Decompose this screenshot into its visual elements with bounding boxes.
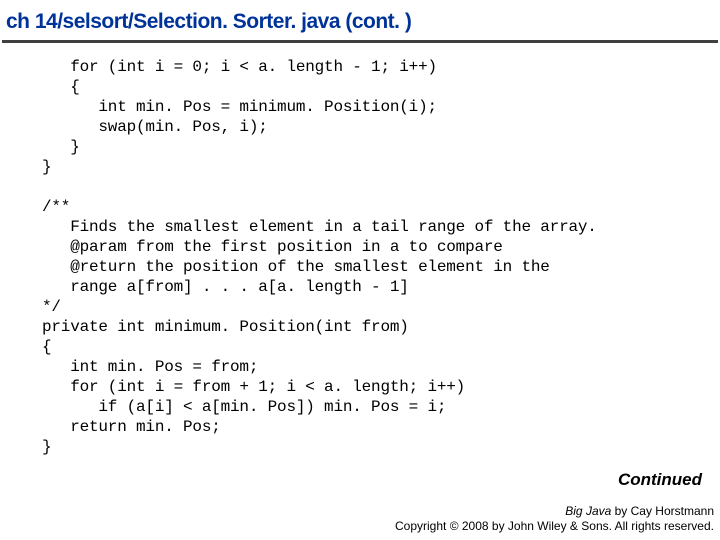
footer-book-title: Big Java — [565, 504, 614, 518]
slide: ch 14/selsort/Selection. Sorter. java (c… — [0, 0, 720, 540]
continued-label: Continued — [618, 470, 702, 490]
footer-author: by Cay Horstmann — [615, 504, 714, 518]
code-block: for (int i = 0; i < a. length - 1; i++) … — [0, 43, 720, 457]
slide-title: ch 14/selsort/Selection. Sorter. java (c… — [0, 0, 720, 40]
footer: Big Java by Cay Horstmann Copyright © 20… — [395, 504, 714, 534]
footer-copyright: Copyright © 2008 by John Wiley & Sons. A… — [395, 519, 714, 534]
footer-line1: Big Java by Cay Horstmann — [395, 504, 714, 519]
